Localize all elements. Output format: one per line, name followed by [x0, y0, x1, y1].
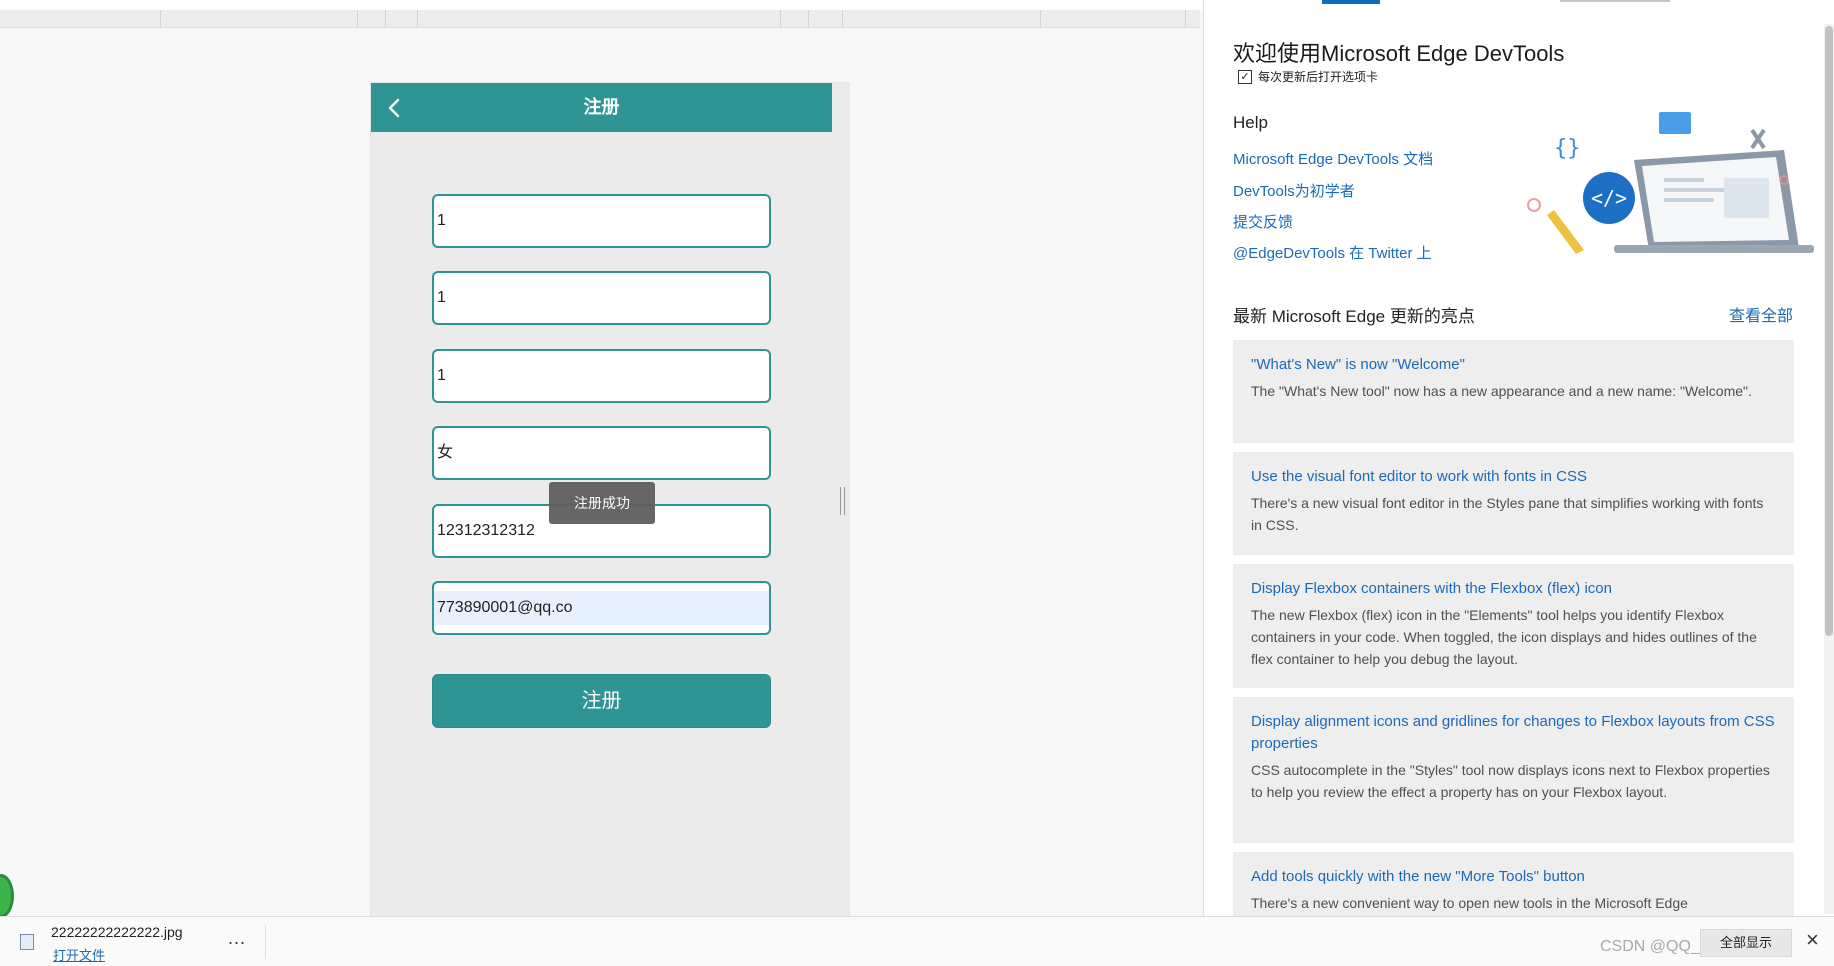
news-card[interactable]: Add tools quickly with the new "More Too…	[1233, 852, 1794, 916]
news-card-desc: CSS autocomplete in the "Styles" tool no…	[1251, 762, 1770, 800]
help-heading: Help	[1233, 113, 1268, 132]
news-card-title[interactable]: "What's New" is now "Welcome"	[1251, 354, 1776, 376]
devtools-scroll-thumb[interactable]	[1825, 26, 1833, 636]
docs-link[interactable]: Microsoft Edge DevTools 文档	[1233, 148, 1433, 169]
app-header: 注册	[371, 83, 832, 132]
download-filename[interactable]: 22222222222222.jpg	[51, 924, 183, 940]
username-input[interactable]: 1	[432, 194, 771, 248]
confirm-password-value: 1	[437, 367, 446, 384]
open-file-link[interactable]: 打开文件	[53, 945, 105, 964]
register-button[interactable]: 注册	[432, 674, 771, 728]
news-card-desc: The new Flexbox (flex) icon in the "Elem…	[1251, 607, 1757, 667]
gender-value: 女	[437, 444, 454, 461]
success-toast: 注册成功	[549, 482, 655, 524]
news-card[interactable]: Display alignment icons and gridlines fo…	[1233, 697, 1794, 843]
password-input[interactable]: 1	[432, 271, 771, 325]
news-card-title[interactable]: Display alignment icons and gridlines fo…	[1251, 711, 1776, 755]
vertical-resize-handle[interactable]	[840, 487, 845, 515]
open-after-update-label: 每次更新后打开选项卡	[1258, 70, 1379, 84]
username-value: 1	[437, 212, 446, 229]
svg-text:</>: </>	[1591, 186, 1627, 210]
beginners-link[interactable]: DevTools为初学者	[1233, 180, 1355, 201]
news-card-desc: There's a new visual font editor in the …	[1251, 495, 1764, 533]
email-input[interactable]: 773890001@qq.co	[432, 581, 771, 635]
feedback-link[interactable]: 提交反馈	[1233, 211, 1293, 232]
welcome-title: 欢迎使用Microsoft Edge DevTools	[1233, 41, 1565, 66]
devtools-laptop-illustration-icon: </> {}	[1527, 112, 1814, 254]
news-card[interactable]: Use the visual font editor to work with …	[1233, 452, 1794, 555]
news-card[interactable]: Display Flexbox containers with the Flex…	[1233, 564, 1794, 688]
twitter-link[interactable]: @EdgeDevTools 在 Twitter 上	[1233, 242, 1432, 263]
close-downloads-icon[interactable]: ×	[1806, 927, 1819, 953]
news-card-title[interactable]: Add tools quickly with the new "More Too…	[1251, 866, 1776, 888]
page-viewport: 注册 1 1 1 女 12312312312 773890001@qq.co 注…	[0, 28, 1203, 941]
svg-text:{}: {}	[1554, 136, 1581, 161]
downloads-bar: 22222222222222.jpg 打开文件 ... CSDN @QQ_378…	[0, 916, 1834, 966]
downloads-divider	[265, 925, 266, 959]
tab-strip-marks	[1560, 0, 1670, 2]
news-card-desc: The "What's New tool" now has a new appe…	[1251, 383, 1752, 399]
checkbox-checked-icon[interactable]: ✓	[1238, 69, 1252, 84]
gender-input[interactable]: 女	[432, 426, 771, 480]
more-options-button[interactable]: ...	[228, 928, 246, 949]
device-emulator: 注册 1 1 1 女 12312312312 773890001@qq.co 注…	[370, 82, 850, 941]
view-all-link[interactable]: 查看全部	[1729, 302, 1793, 326]
image-file-icon	[20, 934, 34, 950]
active-tab-indicator	[1322, 0, 1380, 4]
latest-highlights-heading: 最新 Microsoft Edge 更新的亮点	[1233, 307, 1475, 326]
confirm-password-input[interactable]: 1	[432, 349, 771, 403]
news-card-title[interactable]: Use the visual font editor to work with …	[1251, 466, 1776, 488]
devtools-panel: 欢迎使用Microsoft Edge DevTools ✓ 每次更新后打开选项卡…	[1203, 0, 1834, 916]
news-card-desc: There's a new convenient way to open new…	[1251, 895, 1688, 911]
news-card-title[interactable]: Display Flexbox containers with the Flex…	[1251, 578, 1776, 600]
email-value: 773890001@qq.co	[437, 599, 573, 616]
news-card[interactable]: "What's New" is now "Welcome" The "What'…	[1233, 340, 1794, 443]
floating-badge-icon[interactable]	[0, 874, 14, 918]
password-value: 1	[437, 289, 446, 306]
device-ruler	[0, 10, 1200, 28]
page-title: 注册	[583, 97, 620, 117]
open-after-update-row[interactable]: ✓ 每次更新后打开选项卡	[1238, 68, 1378, 85]
show-all-button[interactable]: 全部显示	[1700, 929, 1792, 957]
